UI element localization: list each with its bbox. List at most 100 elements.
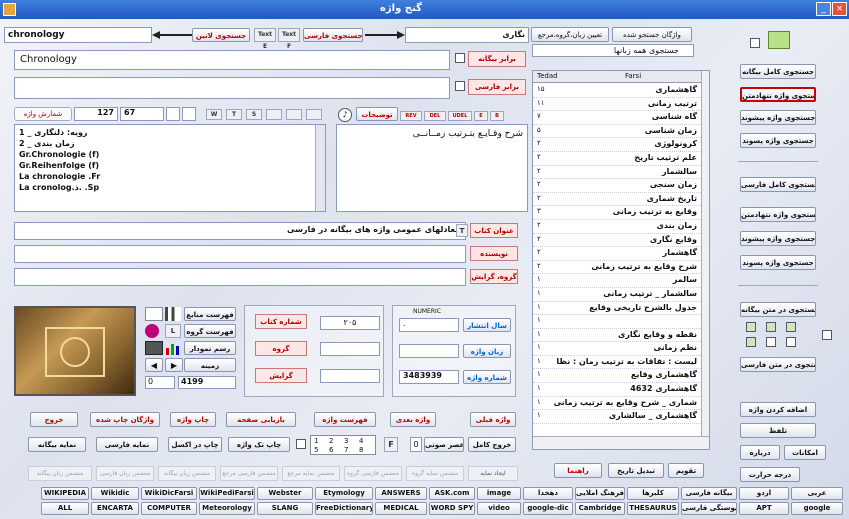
word-list-table[interactable]: Tedad Farsi ۱۵ گاهشماری ۱۱ ترتیب زمانی ۷ گاه … xyxy=(532,70,710,450)
create-index-button[interactable]: ایجاد نمایه xyxy=(468,466,518,481)
link-button[interactable]: WikiDicFarsi xyxy=(141,487,197,500)
link-button[interactable]: Etymology xyxy=(315,487,373,500)
source-list-button[interactable]: فهرست منابع xyxy=(184,307,236,321)
table-row[interactable]: ۱۵ گاهشماری xyxy=(533,84,701,98)
date-convert-button[interactable]: تبدیل تاریخ xyxy=(608,463,664,478)
pronunciation-button[interactable]: تلفظ xyxy=(740,423,816,438)
tag-blank-3[interactable] xyxy=(306,109,322,120)
link-button[interactable]: کلبرها xyxy=(627,487,679,500)
link-button[interactable]: google-dic xyxy=(523,502,573,515)
word-list-button[interactable]: فهرست واژه xyxy=(314,412,376,427)
equiv-checkbox[interactable] xyxy=(455,53,465,63)
foreign-equivalents-list[interactable]: رویه: دلنگاری _ 1 زمان بندی _ 2 Gr.Chron… xyxy=(14,124,326,212)
link-button[interactable]: بیگانه فارسی xyxy=(681,487,737,500)
close-button[interactable]: × xyxy=(832,2,847,16)
tag-t[interactable]: T xyxy=(226,109,242,120)
foreign-suffix-search[interactable]: جستجوی واژه پسوند xyxy=(740,133,816,148)
text-f-button[interactable]: Text F xyxy=(278,28,300,50)
table-row[interactable]: ۱ گاهشماری 4632 xyxy=(533,383,701,397)
language-select[interactable]: جستجوی همه زبانها xyxy=(532,44,694,57)
table-row[interactable]: ۷ گاه شناسی xyxy=(533,111,701,125)
author-label[interactable]: نویسنده xyxy=(470,246,518,261)
foreign-prefix-search[interactable]: جستجوی واژه پیشوند xyxy=(740,110,816,125)
list-item[interactable]: زمان بندی _ 2 xyxy=(19,138,321,149)
persian-suffix-search[interactable]: جستجوی واژه پسوند xyxy=(740,255,816,270)
table-row[interactable]: ۱ سالمر xyxy=(533,274,701,288)
persian-checkbox[interactable] xyxy=(455,81,465,91)
tag-blank-2[interactable] xyxy=(286,109,302,120)
trend-field[interactable] xyxy=(320,369,380,383)
audio-button[interactable]: عصر صوتی xyxy=(424,437,464,452)
link-button[interactable]: Meteorology xyxy=(199,502,255,515)
link-button[interactable]: THESAURUS xyxy=(627,502,679,515)
group-value-field[interactable] xyxy=(320,342,380,356)
persian-prefix-search[interactable]: جستجوی واژه پیشوند xyxy=(740,231,816,246)
pen-icon[interactable] xyxy=(145,307,163,321)
description-text[interactable]: شرح وقـایـع بتـرتیب زمــانــی xyxy=(336,124,528,212)
link-button[interactable]: image xyxy=(477,487,521,500)
prev-icon[interactable]: ◀ xyxy=(145,358,163,372)
print-single-button[interactable]: چاپ تک واژه xyxy=(228,437,290,452)
about-button[interactable]: درباره xyxy=(740,445,780,460)
tag-b[interactable]: B xyxy=(490,111,504,121)
mode-searched-button[interactable]: واژگان جستجو شده xyxy=(612,27,692,42)
link-button[interactable]: اردو xyxy=(739,487,789,500)
table-row[interactable]: ۱ نظم زمانی xyxy=(533,342,701,356)
table-row[interactable]: ۱ xyxy=(533,315,701,329)
print-excel-button[interactable]: چاپ در اکسل xyxy=(168,437,222,452)
table-row[interactable]: ۲ تاریخ شماری xyxy=(533,193,701,207)
table-hscroll[interactable] xyxy=(533,436,709,449)
year-button[interactable]: سال انتشار xyxy=(463,318,511,332)
link-button[interactable]: پیوستگی فارسی xyxy=(681,502,737,515)
table-row[interactable]: ۱ گاهشماری _ سالشاری xyxy=(533,410,701,424)
persian-contains-search[interactable]: جستجوی واژه نتهادمتن xyxy=(740,207,816,222)
persian-search-input[interactable]: نگاری xyxy=(405,27,529,43)
description-button[interactable]: توضیحات xyxy=(356,107,398,121)
link-button[interactable]: ENCARTA xyxy=(91,502,139,515)
tag-rev[interactable]: REV xyxy=(400,111,422,121)
opt-checkbox[interactable] xyxy=(766,337,776,347)
group-label[interactable]: گروه، گرایش xyxy=(470,269,518,284)
link-button[interactable]: WORD SPY xyxy=(429,502,475,515)
printed-words-button[interactable]: واژگان چاپ شده xyxy=(90,412,160,427)
table-row[interactable]: ۲ کرونولوژی xyxy=(533,138,701,152)
list-scrollbar[interactable] xyxy=(315,125,325,211)
next-word-button[interactable]: واژه بعدی xyxy=(390,412,436,427)
link-button[interactable]: COMPUTER xyxy=(141,502,197,515)
table-row[interactable]: ۲ وقایع نگاری xyxy=(533,234,701,248)
foreign-equivalent-input[interactable]: Chronology xyxy=(14,50,450,70)
list-item[interactable]: Gr.Reihenfolge (f) xyxy=(19,160,321,171)
temperature-button[interactable]: درجه حرارت xyxy=(740,467,800,482)
author-field[interactable] xyxy=(14,245,466,263)
grid-checkbox[interactable] xyxy=(296,439,306,449)
nav-field-1[interactable]: 0 xyxy=(145,376,175,389)
table-row[interactable]: ۲ گاهشمار xyxy=(533,247,701,261)
t-tag[interactable]: T xyxy=(456,224,468,237)
grid-num[interactable]: 2 xyxy=(329,437,343,445)
f-tag[interactable]: F xyxy=(384,437,398,452)
speaker-icon[interactable]: ♪ xyxy=(338,108,352,122)
link-button[interactable]: Cambridge xyxy=(575,502,625,515)
persian-search-button[interactable]: جستجوی فارسی xyxy=(303,28,363,42)
foreign-index-button[interactable]: نمایه بیگانه xyxy=(28,437,86,452)
opt-checkbox[interactable] xyxy=(746,322,756,332)
grid-num[interactable]: 8 xyxy=(359,446,373,454)
link-button[interactable]: WIKIPEDIA xyxy=(41,487,89,500)
table-row[interactable]: ۳ وقایع به ترتیب زمانی xyxy=(533,206,701,220)
foreign-equivalent-label[interactable]: برابر بیگانه xyxy=(468,51,526,67)
grid-num[interactable]: 5 xyxy=(314,446,328,454)
word-count-button[interactable]: شمارش واژه xyxy=(14,107,72,121)
table-row[interactable]: ۱ لیست : تقاقات به ترتیب زمان : نظا xyxy=(533,356,701,370)
next-icon[interactable]: ▶ xyxy=(165,358,183,372)
list-item[interactable]: La chronologie .Fr xyxy=(19,171,321,182)
list-item[interactable]: Gr.Chronologie (f) xyxy=(19,149,321,160)
grid-num[interactable]: 1 xyxy=(314,437,328,445)
link-button[interactable]: APT xyxy=(739,502,789,515)
mode-lang-button[interactable]: تعیین زبان،گروه،مرجع xyxy=(531,27,609,42)
book-title-field[interactable]: معادلهای عمومی واژه های بیگانه در فارسی xyxy=(14,222,466,240)
foreign-contains-search[interactable]: جستجوی واژه نتهادمتن xyxy=(740,87,816,102)
table-row[interactable]: ۱ جدول بالشرح تاریخی وقایع xyxy=(533,302,701,316)
trend-label[interactable]: گرایش xyxy=(255,368,307,383)
exit-button[interactable]: خروج xyxy=(30,412,78,427)
add-word-button[interactable]: اضافه کردن واژه xyxy=(740,402,816,417)
